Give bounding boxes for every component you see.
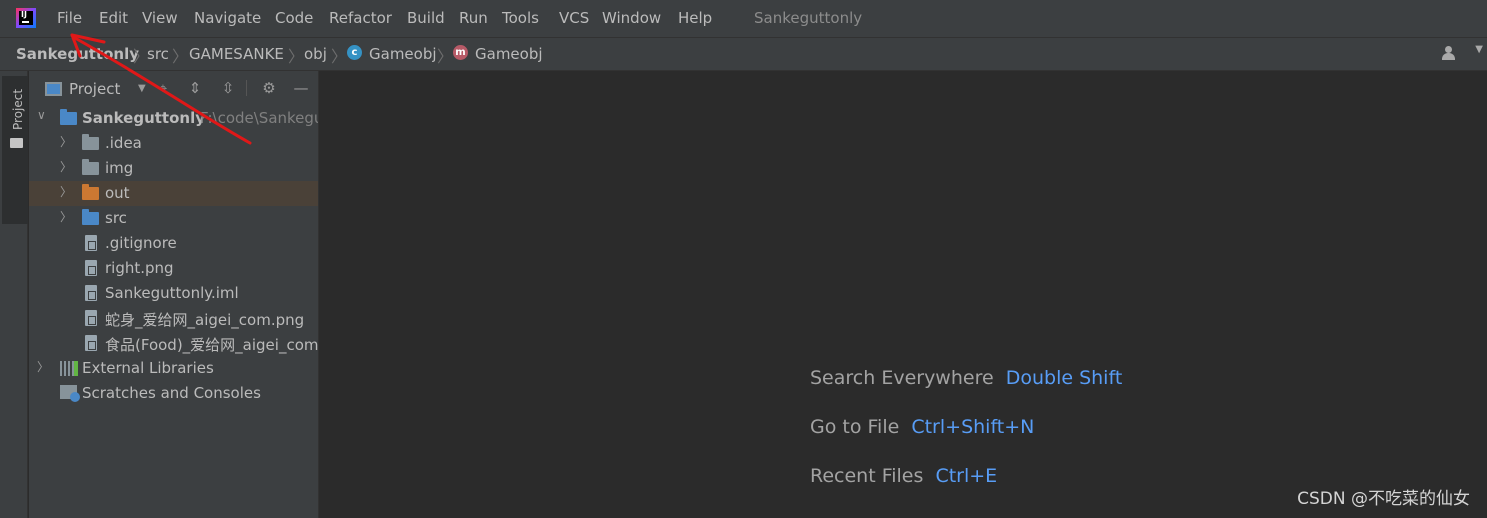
- user-icon[interactable]: [1441, 46, 1457, 60]
- folder-icon: [82, 134, 99, 150]
- chevron-down-icon[interactable]: ▼: [138, 83, 146, 94]
- chevron-down-icon[interactable]: ∨: [37, 108, 49, 122]
- project-panel-header: Project ▼ ⌖ ⇕ ⇳ ⚙ —: [29, 71, 318, 105]
- tree-row-iml[interactable]: Sankeguttonly.iml: [29, 281, 318, 306]
- chevron-down-icon[interactable]: ▼: [1475, 44, 1483, 55]
- hint-label: Search Everywhere: [810, 367, 994, 389]
- project-panel-title[interactable]: Project: [69, 80, 120, 98]
- project-panel: Project ▼ ⌖ ⇕ ⇳ ⚙ — ∨ Sankeguttonly F:\c…: [29, 71, 319, 518]
- menu-edit[interactable]: Edit: [99, 9, 128, 27]
- tree-item-label: Scratches and Consoles: [82, 384, 261, 402]
- scratches-icon: [60, 385, 80, 402]
- chevron-right-icon[interactable]: 〉: [60, 158, 72, 175]
- method-icon: m: [453, 45, 468, 60]
- minimize-icon[interactable]: —: [292, 79, 310, 97]
- window-title: Sankeguttonly: [754, 9, 863, 27]
- chevron-right-icon[interactable]: 〉: [60, 183, 72, 200]
- image-file-icon: [85, 260, 97, 276]
- folder-icon: [10, 138, 23, 148]
- locate-icon[interactable]: ⌖: [154, 79, 172, 97]
- image-file-icon: [85, 335, 97, 351]
- breadcrumb-separator: 〉: [331, 47, 348, 66]
- expand-all-icon[interactable]: ⇕: [186, 79, 204, 97]
- menu-bar: File Edit View Navigate Code Refactor Bu…: [0, 0, 1487, 37]
- menu-vcs[interactable]: VCS: [559, 9, 589, 27]
- module-file-icon: [85, 285, 97, 301]
- tab-project[interactable]: Project: [2, 76, 28, 224]
- tree-row-src[interactable]: 〉 src: [29, 206, 318, 231]
- intellij-logo-icon[interactable]: [16, 8, 36, 28]
- class-icon: c: [347, 45, 362, 60]
- menu-tools[interactable]: Tools: [502, 9, 539, 27]
- breadcrumb-obj[interactable]: obj: [304, 45, 327, 63]
- tree-row-img[interactable]: 〉 img: [29, 156, 318, 181]
- tree-row-out[interactable]: 〉 out: [29, 181, 318, 206]
- hint-recent-files: Recent Files Ctrl+E: [810, 465, 997, 487]
- tree-item-label: 蛇身_爱给网_aigei_com.png: [105, 311, 305, 329]
- module-folder-icon: [60, 109, 77, 125]
- hint-label: Recent Files: [810, 465, 924, 487]
- file-icon: [85, 235, 97, 251]
- chevron-right-icon[interactable]: 〉: [37, 358, 49, 375]
- tree-row-external-libraries[interactable]: 〉 External Libraries: [29, 356, 318, 381]
- tree-row-root[interactable]: ∨ Sankeguttonly F:\code\Sankeguttonly: [29, 106, 319, 131]
- tree-item-label: 食品(Food)_爱给网_aigei_com.png: [105, 336, 319, 354]
- breadcrumb-class[interactable]: Gameobj: [369, 45, 437, 63]
- hint-shortcut: Ctrl+Shift+N: [911, 416, 1035, 438]
- tree-row-snake-png[interactable]: 蛇身_爱给网_aigei_com.png: [29, 306, 318, 331]
- menu-help[interactable]: Help: [678, 9, 712, 27]
- watermark: CSDN @不吃菜的仙女: [1297, 489, 1470, 509]
- collapse-all-icon[interactable]: ⇳: [219, 79, 237, 97]
- menu-window[interactable]: Window: [602, 9, 661, 27]
- tree-row-right-png[interactable]: right.png: [29, 256, 318, 281]
- breadcrumb-separator: 〉: [437, 47, 454, 66]
- menu-navigate[interactable]: Navigate: [194, 9, 261, 27]
- library-icon: [60, 361, 78, 376]
- chevron-right-icon[interactable]: 〉: [60, 133, 72, 150]
- tree-item-label: out: [105, 184, 130, 202]
- menu-code[interactable]: Code: [275, 9, 313, 27]
- menu-build[interactable]: Build: [407, 9, 445, 27]
- tree-row-food-png[interactable]: 食品(Food)_爱给网_aigei_com.png: [29, 331, 319, 356]
- gear-icon[interactable]: ⚙: [260, 79, 278, 97]
- tree-row-gitignore[interactable]: .gitignore: [29, 231, 318, 256]
- hint-shortcut: Ctrl+E: [935, 465, 998, 487]
- tree-item-label: Sankeguttonly.iml: [105, 284, 239, 302]
- breadcrumb-separator: 〉: [288, 47, 305, 66]
- breadcrumb-separator: 〉: [172, 47, 189, 66]
- tree-item-label: External Libraries: [82, 359, 214, 377]
- menu-run[interactable]: Run: [459, 9, 488, 27]
- hint-shortcut: Double Shift: [1005, 367, 1123, 389]
- tree-row-scratches[interactable]: Scratches and Consoles: [29, 381, 318, 406]
- breadcrumb-package[interactable]: GAMESANKE: [189, 45, 284, 63]
- chevron-right-icon[interactable]: 〉: [60, 208, 72, 225]
- hint-search-everywhere: Search Everywhere Double Shift: [810, 367, 1122, 389]
- tree-item-label: .idea: [105, 134, 142, 152]
- left-tool-strip: Project: [0, 71, 28, 518]
- menu-view[interactable]: View: [142, 9, 178, 27]
- hint-label: Go to File: [810, 416, 900, 438]
- breadcrumb-method[interactable]: Gameobj: [475, 45, 543, 63]
- tree-item-label: img: [105, 159, 134, 177]
- menu-file[interactable]: File: [57, 9, 82, 27]
- tree-item-label: right.png: [105, 259, 174, 277]
- breadcrumb-src[interactable]: src: [147, 45, 169, 63]
- image-file-icon: [85, 310, 97, 326]
- divider: [246, 80, 247, 96]
- tree-item-label: src: [105, 209, 127, 227]
- hint-go-to-file: Go to File Ctrl+Shift+N: [810, 416, 1034, 438]
- tab-project-label: Project: [11, 88, 25, 130]
- source-folder-icon: [82, 209, 99, 225]
- excluded-folder-icon: [82, 184, 99, 200]
- menu-refactor[interactable]: Refactor: [329, 9, 392, 27]
- breadcrumb-project[interactable]: Sankeguttonly: [16, 45, 139, 63]
- project-view-icon: [45, 82, 62, 96]
- tree-root-path: F:\code\Sankeguttonly: [200, 109, 319, 127]
- editor-area[interactable]: Search Everywhere Double Shift Go to Fil…: [320, 71, 1487, 518]
- folder-icon: [82, 159, 99, 175]
- tree-item-label: .gitignore: [105, 234, 177, 252]
- tree-row-idea[interactable]: 〉 .idea: [29, 131, 318, 156]
- tree-root-label: Sankeguttonly: [82, 109, 206, 127]
